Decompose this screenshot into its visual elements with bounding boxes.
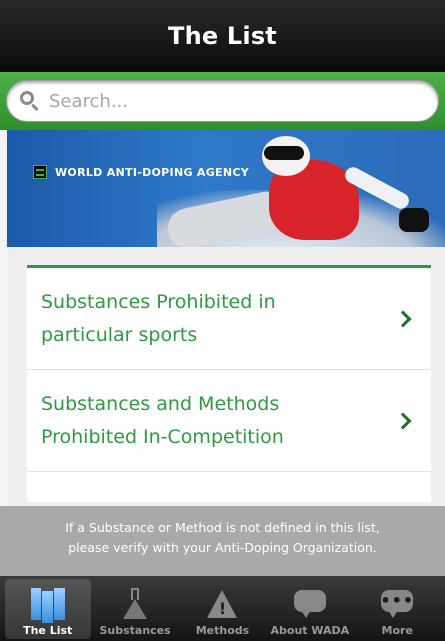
tab-methods[interactable]: ! Methods [179, 579, 265, 639]
agency-name: WORLD ANTI-DOPING AGENCY [55, 166, 250, 179]
flask-icon [118, 588, 152, 620]
disclaimer-notice: If a Substance or Method is not defined … [0, 506, 445, 576]
chevron-right-icon [394, 412, 412, 429]
speech-bubble-icon [293, 588, 327, 620]
search-input[interactable] [49, 90, 409, 112]
tab-more[interactable]: ••• More [354, 579, 440, 639]
tab-the-list[interactable]: The List [4, 579, 91, 639]
tab-substances[interactable]: Substances [92, 579, 178, 639]
list-item-prohibited-in-competition[interactable]: Substances and Methods Prohibited In-Com… [27, 370, 431, 472]
notice-line-2: please verify with your Anti-Doping Orga… [68, 540, 377, 555]
snowboarder-goggles [264, 146, 304, 160]
snowboarder-glove [399, 208, 429, 232]
search-icon [19, 90, 41, 112]
list-item-prohibited-particular-sports[interactable]: Substances Prohibited in particular spor… [27, 268, 431, 370]
main-content: Substances Prohibited in particular spor… [7, 247, 445, 506]
tab-label: More [381, 624, 413, 637]
tab-label: About WADA [270, 624, 350, 637]
tab-label: The List [23, 624, 73, 637]
more-bubble-icon: ••• [380, 588, 414, 620]
page-title: The List [168, 21, 277, 50]
tab-bar: The List Substances ! Methods About WADA… [0, 576, 445, 641]
warning-icon: ! [205, 588, 239, 620]
list-item-partial[interactable] [27, 472, 431, 502]
list-item-label: Substances Prohibited in particular spor… [41, 290, 276, 346]
navigation-bar: The List [0, 0, 445, 72]
search-box[interactable] [6, 80, 439, 122]
list-item-label: Substances and Methods Prohibited In-Com… [41, 392, 284, 448]
tab-about-wada[interactable]: About WADA [267, 579, 353, 639]
search-bar [0, 72, 445, 130]
map-icon [30, 588, 65, 623]
category-list: Substances Prohibited in particular spor… [27, 265, 431, 502]
notice-line-1: If a Substance or Method is not defined … [65, 520, 380, 535]
wada-banner: WORLD ANTI-DOPING AGENCY [7, 130, 445, 247]
tab-label: Methods [195, 624, 250, 637]
tab-label: Substances [99, 624, 171, 637]
wada-logo-icon [33, 165, 47, 179]
chevron-right-icon [394, 310, 412, 327]
